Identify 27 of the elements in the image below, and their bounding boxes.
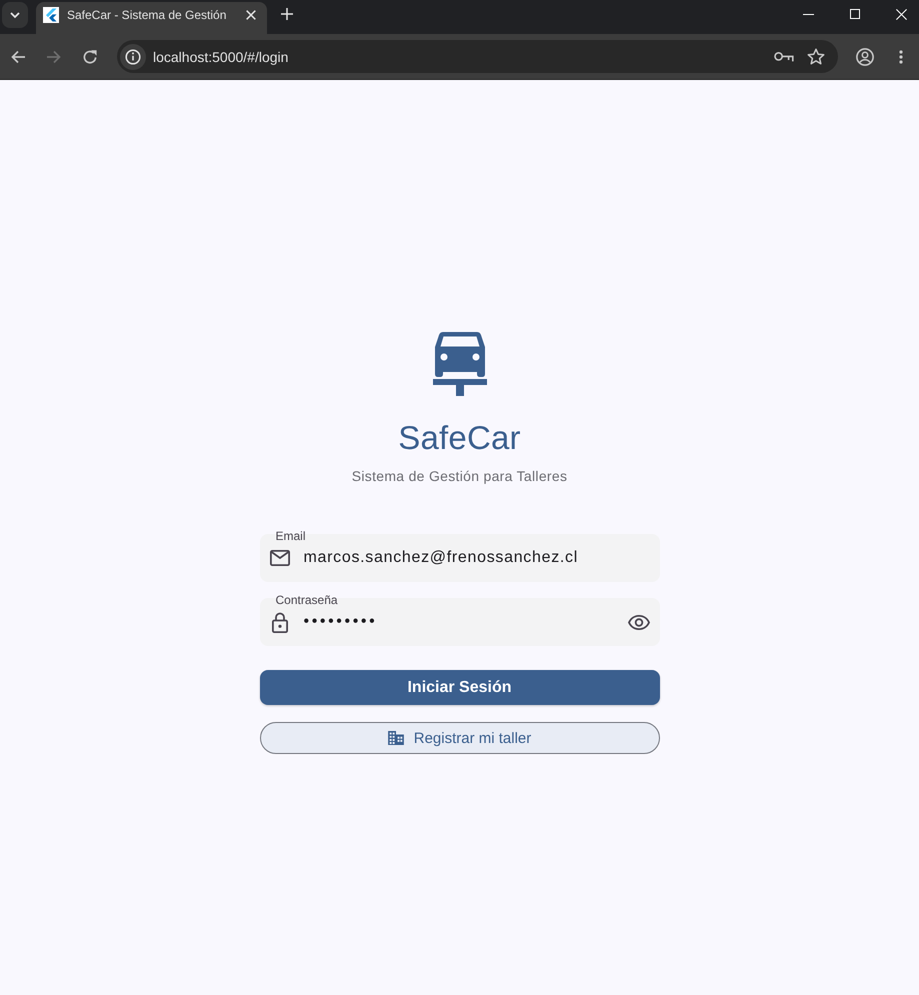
more-options-icon[interactable] [899, 50, 903, 64]
eye-icon[interactable] [628, 614, 650, 630]
maximize-icon[interactable] [850, 9, 860, 19]
email-label: Email [276, 529, 306, 543]
app-subtitle: Sistema de Gestión para Talleres [352, 467, 568, 486]
chevron-down-icon[interactable] [2, 2, 28, 28]
lock-icon [272, 612, 288, 632]
favicon-icon [43, 7, 59, 23]
email-field[interactable]: Email marcos.sanchez@frenossanchez.cl [260, 529, 660, 582]
address-bar[interactable]: localhost:5000/#/login [117, 40, 838, 73]
register-button[interactable]: Registrar mi taller [260, 722, 660, 754]
info-icon[interactable] [120, 44, 146, 70]
browser-tab[interactable]: SafeCar - Sistema de Gestión [36, 2, 267, 34]
password-field[interactable]: Contraseña ••••••••• [260, 593, 660, 646]
profile-icon[interactable] [856, 48, 874, 66]
key-icon[interactable] [774, 50, 794, 62]
close-icon[interactable] [246, 10, 256, 20]
password-label: Contraseña [276, 593, 338, 607]
building-icon [388, 731, 404, 745]
login-button[interactable]: Iniciar Sesión [260, 670, 660, 705]
app-title: SafeCar [398, 418, 521, 458]
arrow-left-icon[interactable] [10, 48, 26, 64]
star-icon[interactable] [807, 48, 825, 65]
mail-icon [270, 550, 290, 566]
car-lift-icon [432, 332, 486, 396]
reload-icon[interactable] [82, 48, 98, 64]
plus-icon[interactable] [281, 8, 293, 20]
